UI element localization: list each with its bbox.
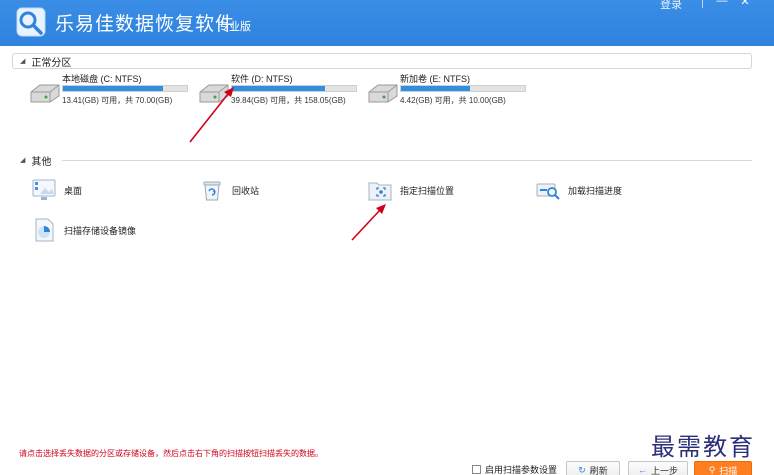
hint-text: 请点击选择丢失数据的分区或存储设备，然后点击右下角的扫描按钮扫描丢失的数据。 [19,449,323,458]
refresh-icon: ↻ [578,464,586,475]
annotation-arrow [351,204,386,241]
checkbox-label: 启用扫描参数设置 [485,465,558,475]
checkbox-box[interactable] [472,465,481,474]
refresh-label: 刷新 [589,465,608,475]
refresh-button[interactable]: ↻ 刷新 [566,461,620,475]
back-button[interactable]: ← 上一步 [628,461,688,475]
annotation-arrow [189,87,234,143]
arrow-left-icon: ← [637,465,647,475]
watermark: 最需教育 [651,433,755,461]
scan-button[interactable]: ⚲ 扫描 [694,461,752,475]
scan-params-checkbox[interactable]: 启用扫描参数设置 [472,463,557,475]
back-label: 上一步 [650,465,678,475]
search-icon: ⚲ [708,464,716,475]
annotation-arrows [189,87,386,241]
scan-label: 扫描 [719,465,738,475]
app-window: 乐易佳数据恢复软件 专业版 登录 — ✕ ◢ 正常分区 本地磁盘 (C: NTF… [0,0,774,475]
